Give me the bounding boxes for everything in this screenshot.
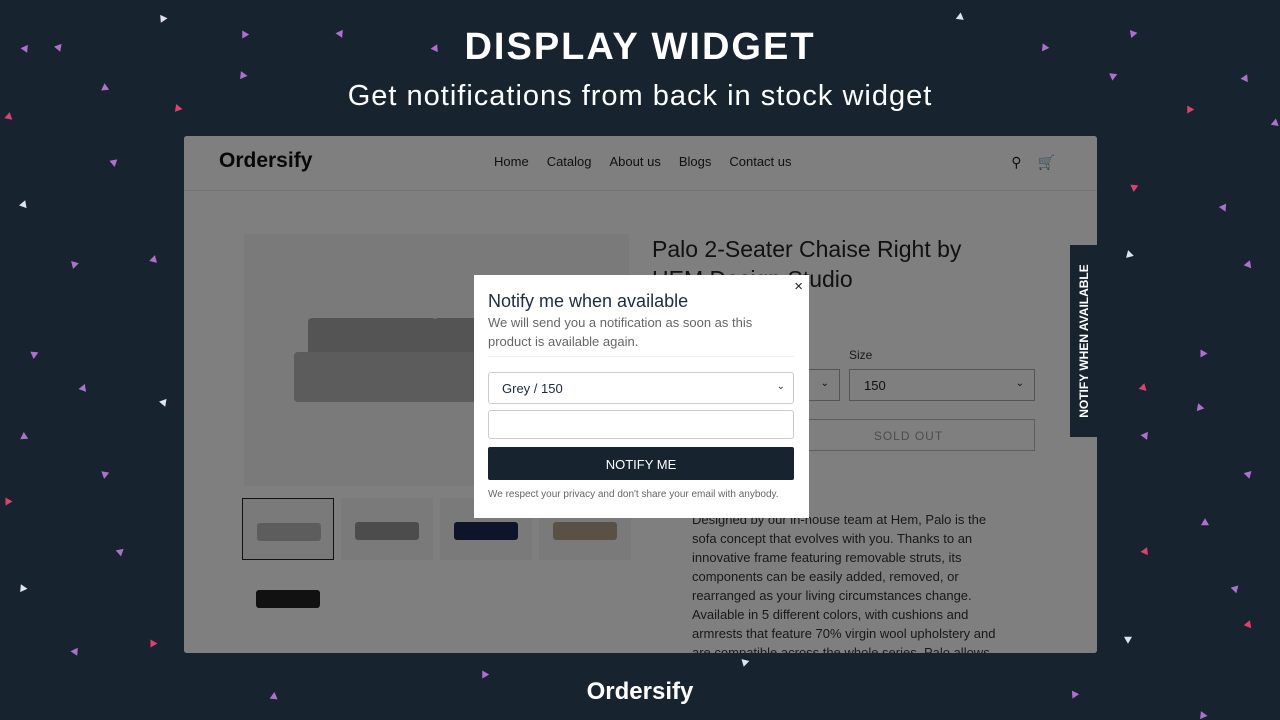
confetti-piece xyxy=(149,254,159,263)
notify-modal: × Notify me when available We will send … xyxy=(474,275,809,518)
confetti-piece xyxy=(738,656,750,667)
email-input[interactable] xyxy=(488,410,794,439)
confetti-piece xyxy=(29,351,39,360)
confetti-piece xyxy=(1124,249,1134,258)
confetti-piece xyxy=(160,14,168,23)
confetti-piece xyxy=(1138,383,1150,394)
confetti-piece xyxy=(114,546,124,557)
confetti-piece xyxy=(19,198,29,209)
close-icon[interactable]: × xyxy=(794,278,803,295)
confetti-piece xyxy=(109,159,119,168)
hero-title: DISPLAY WIDGET xyxy=(464,26,816,68)
confetti-piece xyxy=(1243,260,1255,271)
confetti-piece xyxy=(20,584,28,593)
confetti-piece xyxy=(5,497,13,506)
confetti-piece xyxy=(1269,118,1279,129)
confetti-piece xyxy=(1200,711,1208,720)
confetti-piece xyxy=(1200,349,1208,358)
divider xyxy=(488,356,794,357)
footer-brand: Ordersify xyxy=(586,678,694,705)
confetti-piece xyxy=(240,71,248,80)
privacy-note: We respect your privacy and don't share … xyxy=(488,489,779,500)
confetti-piece xyxy=(1129,184,1139,193)
modal-subtitle: We will send you a notification as soon … xyxy=(488,315,753,349)
chevron-down-icon: ⌄ xyxy=(776,381,785,392)
confetti-piece xyxy=(159,398,169,409)
confetti-piece xyxy=(1198,518,1210,529)
notify-me-button[interactable]: NOTIFY ME xyxy=(488,447,794,480)
confetti-piece xyxy=(1193,403,1205,414)
confetti-piece xyxy=(1243,468,1255,479)
confetti-piece xyxy=(1243,620,1255,631)
confetti-piece xyxy=(954,12,964,23)
variant-select[interactable]: Grey / 150 ⌄ xyxy=(488,372,794,404)
confetti-piece xyxy=(1140,431,1148,440)
hero-subtitle: Get notifications from back in stock wid… xyxy=(347,80,933,112)
confetti-piece xyxy=(1229,583,1239,594)
confetti-piece xyxy=(98,468,110,479)
confetti-piece xyxy=(19,431,29,440)
confetti-piece xyxy=(77,384,87,393)
confetti-piece xyxy=(1140,547,1148,556)
confetti-piece xyxy=(70,647,78,656)
confetti-piece xyxy=(1218,203,1230,214)
notify-when-available-tab[interactable]: NOTIFY WHEN AVAILABLE xyxy=(1070,245,1097,437)
modal-title: Notify me when available xyxy=(488,291,689,311)
confetti-piece xyxy=(69,261,79,270)
confetti-piece xyxy=(150,639,158,648)
confetti-piece xyxy=(1123,633,1135,644)
